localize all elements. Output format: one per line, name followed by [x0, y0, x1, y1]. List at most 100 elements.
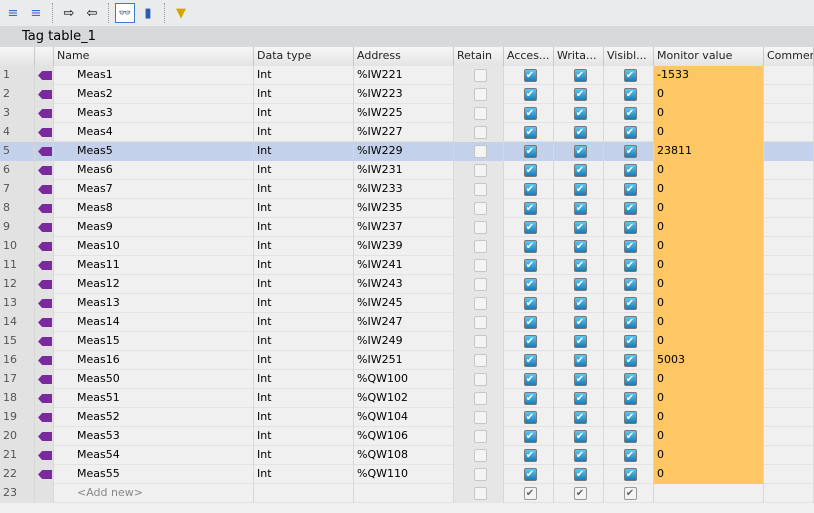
comment[interactable] — [764, 199, 814, 218]
checkbox[interactable] — [523, 278, 537, 291]
address[interactable]: %IW247 — [354, 313, 454, 332]
checkbox[interactable] — [523, 487, 537, 500]
comment[interactable] — [764, 180, 814, 199]
checkbox[interactable] — [573, 373, 587, 386]
column-header-writable[interactable]: Writa... — [554, 47, 604, 66]
checkbox[interactable] — [573, 411, 587, 424]
data-type[interactable]: Int — [254, 446, 354, 465]
checkbox[interactable] — [573, 392, 587, 405]
checkbox[interactable] — [623, 430, 637, 443]
checkbox[interactable] — [573, 164, 587, 177]
table-row[interactable]: 9 Meas9Int%IW237 0 — [0, 218, 814, 237]
address[interactable]: %IW241 — [354, 256, 454, 275]
checkbox[interactable] — [473, 392, 487, 405]
checkbox[interactable] — [523, 69, 537, 82]
tag-name[interactable]: Meas1 — [54, 66, 254, 85]
table-row[interactable]: 17 Meas50Int%QW100 0 — [0, 370, 814, 389]
checkbox[interactable] — [573, 468, 587, 481]
checkbox[interactable] — [623, 69, 637, 82]
checkbox[interactable] — [473, 88, 487, 101]
comment[interactable] — [764, 142, 814, 161]
checkbox[interactable] — [623, 88, 637, 101]
address[interactable]: %IW243 — [354, 275, 454, 294]
checkbox[interactable] — [623, 468, 637, 481]
comment[interactable] — [764, 446, 814, 465]
comment[interactable] — [764, 218, 814, 237]
comment[interactable] — [764, 408, 814, 427]
table-row[interactable]: 21 Meas54Int%QW108 0 — [0, 446, 814, 465]
tag-name[interactable]: Meas13 — [54, 294, 254, 313]
tag-name[interactable]: Meas52 — [54, 408, 254, 427]
checkbox[interactable] — [523, 354, 537, 367]
checkbox[interactable] — [573, 69, 587, 82]
address[interactable]: %QW104 — [354, 408, 454, 427]
data-type[interactable]: Int — [254, 161, 354, 180]
checkbox[interactable] — [473, 354, 487, 367]
comment[interactable] — [764, 465, 814, 484]
address[interactable]: %IW231 — [354, 161, 454, 180]
column-header-visible[interactable]: Visibl... — [604, 47, 654, 66]
add-new-link[interactable]: <Add new> — [54, 484, 254, 503]
table-row[interactable]: 8 Meas8Int%IW235 0 — [0, 199, 814, 218]
checkbox[interactable] — [523, 392, 537, 405]
checkbox[interactable] — [623, 316, 637, 329]
tag-name[interactable]: Meas15 — [54, 332, 254, 351]
tag-name[interactable]: Meas51 — [54, 389, 254, 408]
address[interactable]: %IW245 — [354, 294, 454, 313]
comment[interactable] — [764, 275, 814, 294]
comment[interactable] — [764, 85, 814, 104]
tag-name[interactable]: Meas6 — [54, 161, 254, 180]
table-row[interactable]: 7 Meas7Int%IW233 0 — [0, 180, 814, 199]
checkbox[interactable] — [573, 88, 587, 101]
data-type[interactable]: Int — [254, 85, 354, 104]
tag-name[interactable]: Meas3 — [54, 104, 254, 123]
checkbox[interactable] — [623, 487, 637, 500]
tag-name[interactable]: Meas16 — [54, 351, 254, 370]
checkbox[interactable] — [523, 468, 537, 481]
table-row[interactable]: 5 Meas5Int%IW229 23811 — [0, 142, 814, 161]
table-row[interactable]: 22 Meas55Int%QW110 0 — [0, 465, 814, 484]
checkbox[interactable] — [473, 145, 487, 158]
checkbox[interactable] — [623, 126, 637, 139]
address[interactable]: %QW100 — [354, 370, 454, 389]
data-type[interactable]: Int — [254, 180, 354, 199]
address[interactable]: %IW249 — [354, 332, 454, 351]
address[interactable]: %IW221 — [354, 66, 454, 85]
checkbox[interactable] — [523, 411, 537, 424]
comment[interactable] — [764, 351, 814, 370]
checkbox[interactable] — [523, 202, 537, 215]
import-icon[interactable]: ⇦ — [82, 3, 102, 23]
address[interactable]: %IW229 — [354, 142, 454, 161]
data-type[interactable]: Int — [254, 389, 354, 408]
checkbox[interactable] — [573, 183, 587, 196]
checkbox[interactable] — [623, 107, 637, 120]
table-row[interactable]: 20 Meas53Int%QW106 0 — [0, 427, 814, 446]
data-type[interactable]: Int — [254, 142, 354, 161]
checkbox[interactable] — [523, 373, 537, 386]
insert-row-icon[interactable]: ≡ — [26, 3, 46, 23]
checkbox[interactable] — [573, 145, 587, 158]
table-row[interactable]: 14 Meas14Int%IW247 0 — [0, 313, 814, 332]
comment[interactable] — [764, 161, 814, 180]
checkbox[interactable] — [573, 126, 587, 139]
data-type[interactable]: Int — [254, 465, 354, 484]
checkbox[interactable] — [623, 373, 637, 386]
checkbox[interactable] — [473, 411, 487, 424]
address[interactable]: %IW235 — [354, 199, 454, 218]
table-row[interactable]: 16 Meas16Int%IW251 5003 — [0, 351, 814, 370]
checkbox[interactable] — [523, 240, 537, 253]
checkbox[interactable] — [473, 316, 487, 329]
tag-name[interactable]: Meas50 — [54, 370, 254, 389]
checkbox[interactable] — [473, 430, 487, 443]
checkbox[interactable] — [473, 468, 487, 481]
checkbox[interactable] — [573, 202, 587, 215]
checkbox[interactable] — [623, 297, 637, 310]
table-row[interactable]: 15 Meas15Int%IW249 0 — [0, 332, 814, 351]
checkbox[interactable] — [473, 202, 487, 215]
tag-name[interactable]: Meas7 — [54, 180, 254, 199]
checkbox[interactable] — [523, 259, 537, 272]
comment[interactable] — [764, 370, 814, 389]
table-row[interactable]: 6 Meas6Int%IW231 0 — [0, 161, 814, 180]
data-type[interactable]: Int — [254, 237, 354, 256]
checkbox[interactable] — [523, 316, 537, 329]
